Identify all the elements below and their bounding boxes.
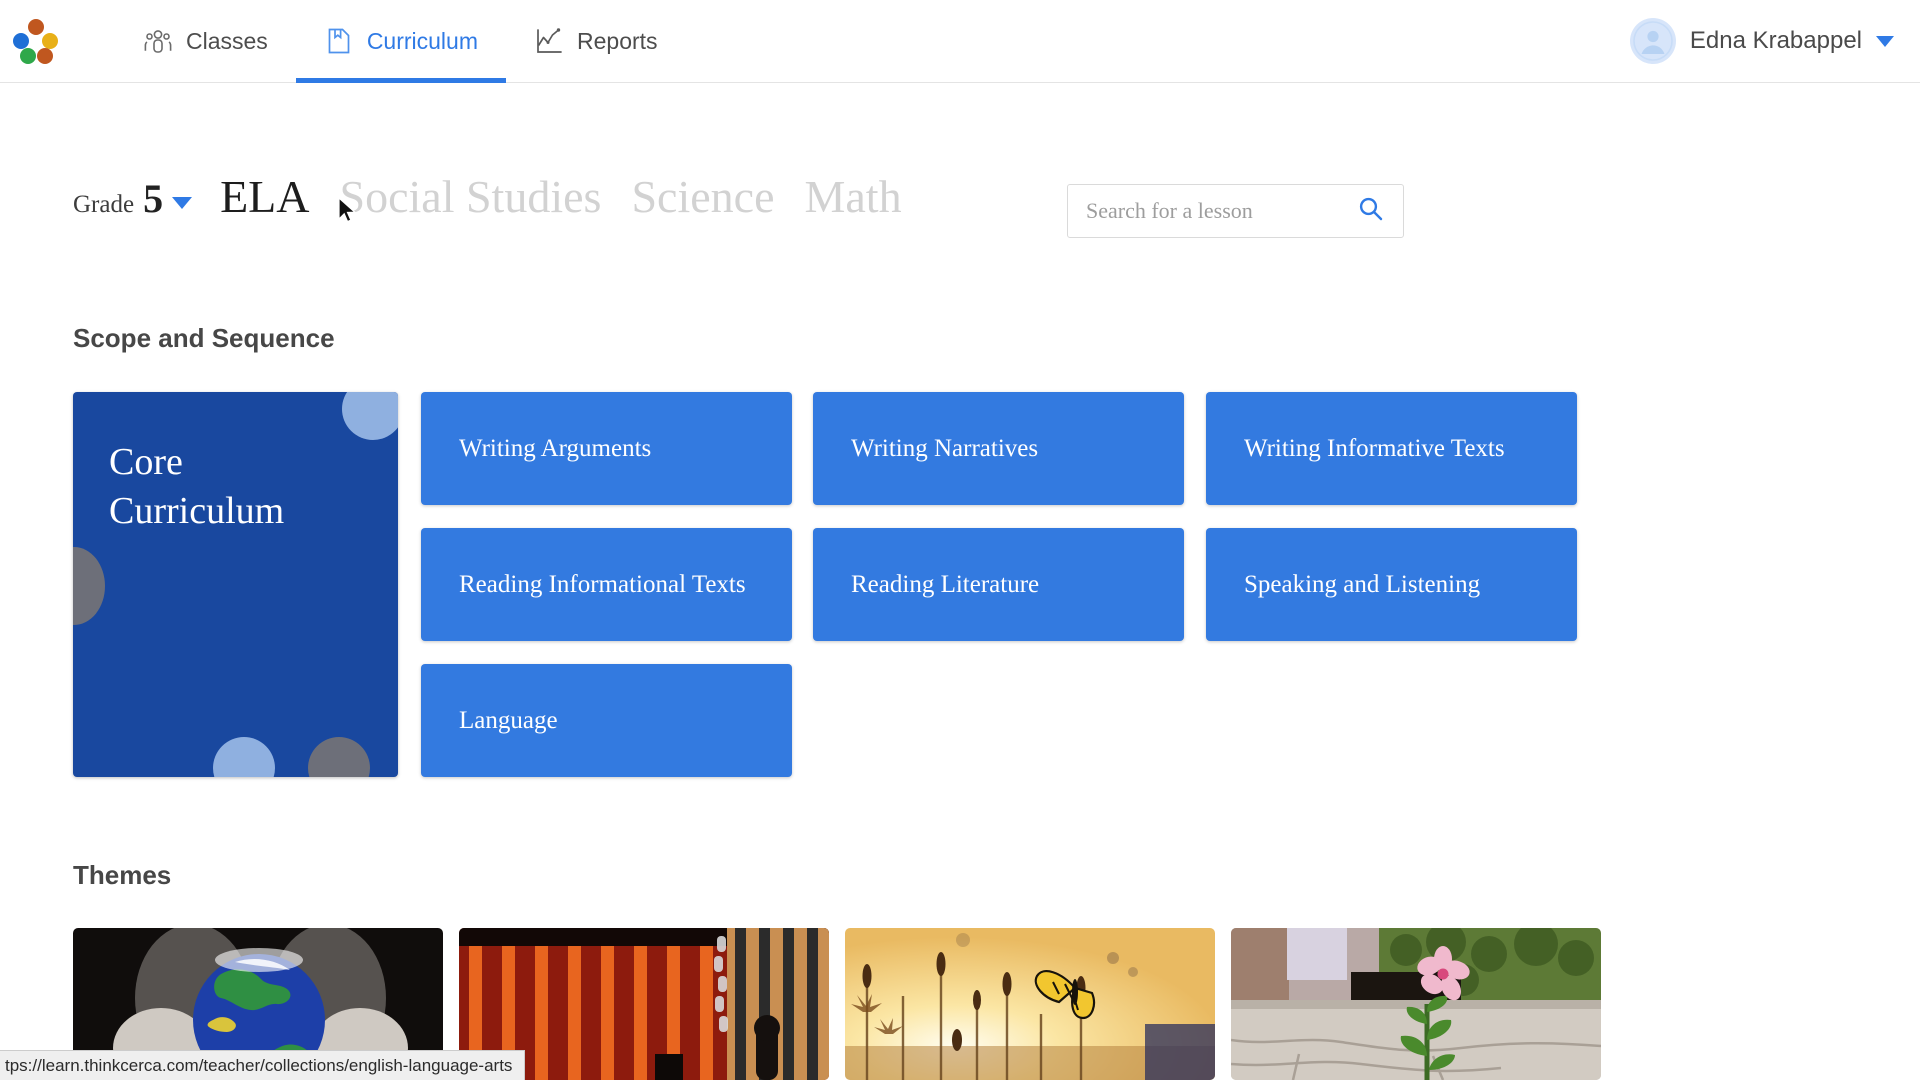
subject-tab-math[interactable]: Math — [804, 170, 901, 223]
core-curriculum-card[interactable]: Core Curriculum — [73, 392, 398, 777]
grade-selector[interactable]: Grade 5 — [73, 175, 193, 222]
search-lesson-box[interactable] — [1067, 184, 1404, 238]
tab-classes[interactable]: Classes — [115, 0, 296, 83]
butterfly-sunset-field-image — [845, 928, 1215, 1080]
tile-language[interactable]: Language — [421, 664, 792, 777]
line-chart-icon — [534, 26, 564, 56]
tab-reports[interactable]: Reports — [506, 0, 686, 83]
theme-card-butterfly-sunset[interactable] — [845, 928, 1215, 1080]
user-menu[interactable]: Edna Krabappel — [1629, 18, 1894, 64]
mouse-cursor — [338, 196, 360, 227]
tab-curriculum[interactable]: Curriculum — [295, 0, 507, 83]
status-bar-url: tps://learn.thinkcerca.com/teacher/colle… — [5, 1055, 513, 1075]
tab-curriculum-label: Curriculum — [366, 27, 478, 54]
theme-card-pink-flower-concrete[interactable] — [1231, 928, 1601, 1080]
chevron-down-icon[interactable] — [172, 196, 193, 209]
nav-tabs: Classes Curriculum Reports — [115, 0, 686, 83]
tile-reading-informational-texts[interactable]: Reading Informational Texts — [421, 528, 792, 641]
pink-flower-in-concrete-image — [1231, 928, 1601, 1080]
search-input[interactable] — [1086, 198, 1357, 224]
core-curriculum-title: Core Curriculum — [109, 438, 284, 535]
subject-tab-ela[interactable]: ELA — [220, 170, 309, 223]
search-icon[interactable] — [1357, 195, 1385, 228]
top-navigation-bar: Classes Curriculum Reports Edna Krabappe… — [0, 0, 1920, 83]
tile-writing-narratives[interactable]: Writing Narratives — [813, 392, 1184, 505]
logo-dot-yellow — [42, 33, 58, 49]
tab-reports-label: Reports — [577, 27, 658, 54]
logo-dot-orange-bottom — [37, 48, 53, 64]
decorative-circle-bottom-right — [308, 737, 370, 777]
core-curriculum-title-line1: Core — [109, 441, 183, 483]
thinkcerca-logo[interactable] — [8, 15, 60, 67]
decorative-circle-top-right — [342, 392, 398, 440]
chevron-down-icon[interactable] — [1876, 35, 1894, 47]
subject-filter-bar: Grade 5 ELA Social Studies Science Math — [73, 170, 932, 223]
browser-status-bar: tps://learn.thinkcerca.com/teacher/colle… — [0, 1050, 526, 1080]
grade-value: 5 — [143, 176, 164, 221]
logo-dot-orange-top — [28, 19, 44, 35]
grade-label: Grade — [73, 191, 135, 218]
tile-reading-literature[interactable]: Reading Literature — [813, 528, 1184, 641]
core-curriculum-title-line2: Curriculum — [109, 489, 285, 532]
tile-speaking-and-listening[interactable]: Speaking and Listening — [1206, 528, 1577, 641]
user-name-label: Edna Krabappel — [1689, 27, 1862, 54]
subject-tab-science[interactable]: Science — [631, 170, 774, 223]
tile-writing-informative-texts[interactable]: Writing Informative Texts — [1206, 392, 1577, 505]
tile-writing-arguments[interactable]: Writing Arguments — [421, 392, 792, 505]
bookmark-document-icon — [324, 26, 354, 56]
scope-and-sequence-heading: Scope and Sequence — [73, 323, 335, 353]
tab-classes-label: Classes — [186, 27, 268, 54]
logo-dot-green — [20, 48, 36, 64]
subject-tab-social-studies[interactable]: Social Studies — [340, 170, 602, 223]
decorative-circle-bottom-center — [213, 737, 275, 777]
logo-dot-blue — [13, 33, 29, 49]
user-avatar-icon — [1629, 18, 1676, 64]
decorative-circle-mid-left — [73, 547, 105, 625]
themes-heading: Themes — [73, 860, 172, 890]
people-group-icon — [143, 26, 173, 56]
